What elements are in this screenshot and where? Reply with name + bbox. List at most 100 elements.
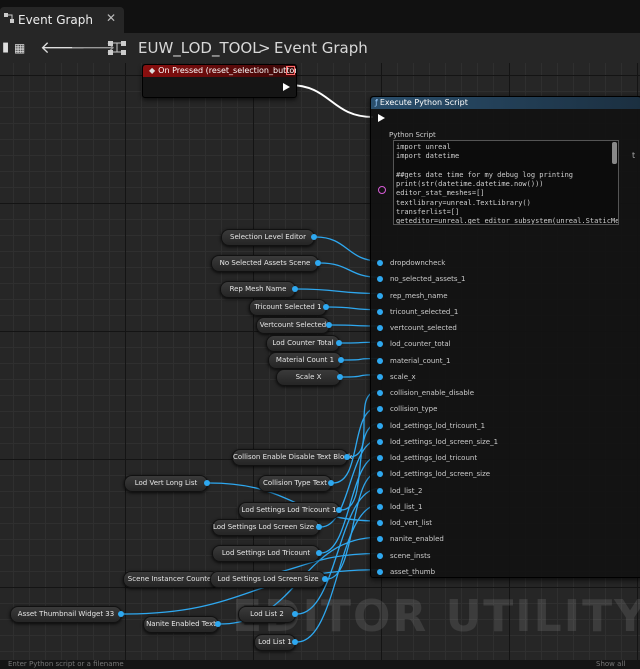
input-pin-scene-insts[interactable]: scene_insts: [377, 552, 430, 560]
exec-in-pin[interactable]: [378, 114, 385, 122]
variable-label: Selection Level Editor: [230, 233, 306, 241]
pin-label: lod_settings_lod_tricount_1: [390, 421, 486, 430]
input-pin-lod-list-1[interactable]: lod_list_1: [377, 503, 422, 511]
pin-label: scale_x: [390, 372, 416, 381]
output-pin-dot-icon: [215, 621, 221, 627]
variable-node-scale-x[interactable]: Scale X: [276, 369, 343, 386]
pin-label: asset_thumb: [390, 567, 436, 576]
execute-python-script-node[interactable]: ƒ Execute Python Script Python Script imp…: [370, 96, 640, 578]
tab-event-graph[interactable]: Event Graph ✕: [0, 7, 124, 33]
pin-label: material_count_1: [390, 356, 451, 365]
on-pressed-event-node[interactable]: ◆ On Pressed (reset_selection_button): [142, 64, 297, 98]
event-node-title: On Pressed (reset_selection_button): [158, 66, 296, 75]
grid-icon[interactable]: ▦: [14, 41, 25, 55]
variable-node-material-count-1[interactable]: Material Count 1: [268, 352, 344, 369]
variable-node-lod-list-2[interactable]: Lod List 2: [238, 606, 298, 623]
input-pin-lod-vert-list[interactable]: lod_vert_list: [377, 519, 432, 527]
pin-label: lod_settings_lod_screen_size: [390, 470, 491, 479]
input-pin-lod-settings-lod-screen-size-1[interactable]: lod_settings_lod_screen_size_1: [377, 438, 498, 446]
variable-node-asset-thumbnail-widget-33[interactable]: Asset Thumbnail Widget 33: [10, 606, 124, 623]
offscreen-label: t: [632, 151, 636, 160]
event-node-header: ◆ On Pressed (reset_selection_button): [143, 65, 296, 77]
pin-dot-icon: [377, 341, 383, 348]
variable-label: Lod Counter Total: [272, 339, 334, 347]
variable-node-scene-instancer-counter[interactable]: Scene Instancer Counter: [123, 571, 221, 588]
variable-node-lod-settings-lod-screen-size[interactable]: Lod Settings Lod Screen Size: [210, 571, 328, 588]
input-pin-rep-mesh-name[interactable]: rep_mesh_name: [377, 292, 448, 300]
variable-node-tricount-selected-1[interactable]: Tricount Selected 1: [249, 299, 329, 316]
input-pin-material-count-1[interactable]: material_count_1: [377, 357, 450, 365]
variable-node-lod-list-1[interactable]: Lod List 1: [254, 634, 298, 651]
variable-label: Scene Instancer Counter: [127, 575, 215, 583]
variable-node-no-selected-assets-scene[interactable]: No Selected Assets Scene: [211, 255, 321, 272]
data-wire: [296, 288, 380, 295]
delegate-pin-icon[interactable]: [286, 66, 295, 75]
input-pin-lod-settings-lod-screen-size[interactable]: lod_settings_lod_screen_size: [377, 470, 490, 478]
input-pin-scale-x[interactable]: scale_x: [377, 373, 416, 381]
python-console-bar[interactable]: Enter Python script or a filename Show a…: [0, 660, 640, 669]
variable-node-lod-settings-lod-tricount-1[interactable]: Lod Settings Lod Tricount 1: [238, 502, 342, 519]
input-pin-collision-type[interactable]: collision_type: [377, 405, 437, 413]
close-icon[interactable]: ✕: [106, 11, 116, 25]
breadcrumb-blueprint[interactable]: EUW_LOD_TOOL: [138, 39, 261, 57]
bookmark-icon[interactable]: ▮: [2, 40, 9, 55]
variable-label: Collison Enable Disable Text Block: [233, 453, 353, 461]
variable-node-lod-settings-lod-screen-size-1[interactable]: Lod Settings Lod Screen Size 1: [212, 519, 322, 536]
variable-node-selection-level-editor[interactable]: Selection Level Editor: [221, 229, 317, 246]
exec-out-pin[interactable]: [283, 83, 290, 91]
pin-dot-icon: [377, 455, 383, 461]
variable-node-lod-vert-long-list[interactable]: Lod Vert Long List: [124, 475, 210, 492]
variable-label: Collision Type Text: [262, 479, 327, 487]
output-pin-dot-icon: [204, 480, 210, 486]
console-input-placeholder[interactable]: Enter Python script or a filename: [8, 660, 124, 668]
pin-label: nanite_enabled: [390, 535, 444, 544]
pin-label: lod_vert_list: [390, 519, 433, 527]
variable-label: Tricount Selected 1: [254, 303, 322, 311]
blueprint-graph-icon: [108, 41, 126, 55]
input-pin-collision-enable-disable[interactable]: collision_enable_disable: [377, 389, 474, 397]
pin-dot-icon: [377, 422, 383, 429]
variable-node-lod-counter-total[interactable]: Lod Counter Total: [266, 335, 342, 352]
console-right-label: Show all: [596, 660, 626, 668]
variable-label: Lod Settings Lod Screen Size 1: [213, 523, 321, 531]
variable-node-rep-mesh-name[interactable]: Rep Mesh Name: [220, 281, 298, 298]
variable-label: Nanite Enabled Text: [146, 620, 216, 628]
python-script-input[interactable]: import unreal import datetime ##gets dat…: [393, 140, 619, 225]
input-pin-asset-thumb[interactable]: asset_thumb: [377, 568, 435, 576]
variable-node-vertcount-selected[interactable]: Vertcount Selected: [256, 317, 332, 334]
variable-node-lod-settings-lod-tricount[interactable]: Lod Settings Lod Tricount: [212, 545, 322, 562]
input-pin-vertcount-selected[interactable]: vertcount_selected: [377, 324, 457, 332]
pin-label: collision_enable_disable: [390, 389, 475, 397]
variable-node-collison-enable-disable-text-block[interactable]: Collison Enable Disable Text Block: [232, 449, 352, 466]
pin-label: lod_list_2: [390, 486, 423, 495]
pin-label: scene_insts: [390, 551, 431, 560]
breadcrumb-graph[interactable]: Event Graph: [274, 39, 368, 57]
input-pin-no-selected-assets-1[interactable]: no_selected_assets_1: [377, 275, 466, 283]
variable-node-nanite-enabled-text[interactable]: Nanite Enabled Text: [143, 616, 221, 633]
variable-label: Rep Mesh Name: [229, 285, 287, 293]
pin-dot-icon: [377, 536, 383, 543]
input-pin-lod-counter-total[interactable]: lod_counter_total: [377, 340, 451, 348]
pin-label: lod_settings_lod_tricount: [390, 454, 478, 462]
variable-label: Lod Settings Lod Tricount 1: [241, 506, 337, 514]
function-icon: ƒ: [375, 98, 378, 107]
pin-dot-icon: [377, 503, 383, 510]
pin-label: vertcount_selected: [390, 324, 457, 332]
output-pin-dot-icon: [292, 639, 298, 645]
input-pin-lod-settings-lod-tricount-1[interactable]: lod_settings_lod_tricount_1: [377, 422, 485, 430]
graph-canvas[interactable]: EDITOR UTILITY WI ◆On Pressed (reset_sel…: [0, 63, 640, 660]
pin-dot-icon: [377, 373, 383, 380]
input-pin-lod-list-2[interactable]: lod_list_2: [377, 487, 422, 495]
variable-label: Vertcount Selected: [259, 321, 327, 329]
output-pin-dot-icon: [316, 550, 322, 556]
target-pin[interactable]: [378, 186, 386, 194]
python-script-label: Python Script: [389, 131, 436, 139]
pin-dot-icon: [377, 568, 383, 575]
input-pin-lod-settings-lod-tricount[interactable]: lod_settings_lod_tricount: [377, 454, 477, 462]
variable-node-collision-type-text[interactable]: Collision Type Text: [258, 475, 334, 492]
input-pin-dropdowncheck[interactable]: dropdowncheck: [377, 259, 445, 267]
variable-label: Lod List 2: [250, 610, 284, 618]
script-scrollbar[interactable]: [612, 142, 617, 164]
input-pin-tricount-selected-1[interactable]: tricount_selected_1: [377, 308, 458, 316]
input-pin-nanite-enabled[interactable]: nanite_enabled: [377, 535, 444, 543]
